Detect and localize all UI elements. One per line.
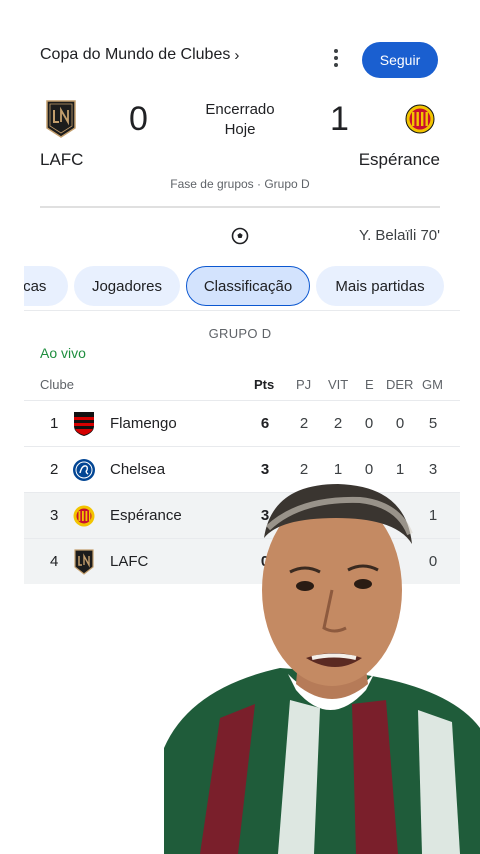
tab-more-matches[interactable]: Mais partidas xyxy=(316,266,444,306)
header-points: Pts xyxy=(254,377,275,392)
row-position: 3 xyxy=(50,507,59,524)
tab-players[interactable]: Jogadores xyxy=(74,266,180,306)
home-team-name[interactable]: LAFC xyxy=(40,150,83,170)
row-goals-for: 5 xyxy=(428,415,438,432)
header-wins: VIT xyxy=(328,377,349,392)
row-draws: 0 xyxy=(364,461,374,478)
header-draws: E xyxy=(365,377,374,392)
header-goals-for: GM xyxy=(422,377,443,392)
away-score: 1 xyxy=(330,100,349,138)
tab-statistics[interactable]: ticas xyxy=(24,266,68,306)
row-position: 2 xyxy=(50,461,59,478)
follow-button[interactable]: Seguir xyxy=(362,42,438,78)
home-score: 0 xyxy=(129,100,148,138)
match-status: Encerrado Hoje xyxy=(184,100,296,140)
lafc-crest-icon[interactable] xyxy=(46,100,76,138)
table-row[interactable]: 1 Flamengo 6 2 2 0 0 5 xyxy=(24,400,460,446)
tab-bar: ticas Jogadores Classificação Mais parti… xyxy=(24,266,460,306)
group-label: GRUPO D xyxy=(208,326,272,341)
match-stage: Fase de grupos · Grupo D xyxy=(170,177,310,191)
row-draws: 0 xyxy=(364,415,374,432)
header-club: Clube xyxy=(40,377,74,392)
row-losses: 1 xyxy=(395,461,405,478)
competition-link[interactable]: Copa do Mundo de Clubes › xyxy=(40,46,239,64)
status-finished: Encerrado xyxy=(205,101,275,118)
goal-scorer: Y. Belaïli 70' xyxy=(359,227,440,244)
tab-standings[interactable]: Classificação xyxy=(186,266,310,306)
lafc-crest-icon xyxy=(74,549,94,575)
live-badge: Ao vivo xyxy=(40,345,86,361)
row-club: Chelsea xyxy=(110,461,166,478)
flamengo-crest-icon xyxy=(74,412,94,436)
more-options-icon[interactable] xyxy=(326,48,346,68)
soccer-ball-icon xyxy=(231,227,249,245)
esperance-crest-icon xyxy=(73,505,95,527)
header-losses: DER xyxy=(386,377,414,392)
away-team-name[interactable]: Espérance xyxy=(359,150,440,170)
row-losses: 0 xyxy=(395,415,405,432)
presenter-video-overlay xyxy=(164,484,480,854)
row-played: 2 xyxy=(299,461,309,478)
esperance-crest-icon[interactable] xyxy=(405,104,435,134)
divider xyxy=(40,206,440,208)
row-points: 3 xyxy=(260,461,270,478)
chelsea-crest-icon xyxy=(73,459,95,481)
row-position: 1 xyxy=(50,415,59,432)
row-club: Flamengo xyxy=(110,415,177,432)
row-position: 4 xyxy=(50,553,59,570)
row-wins: 2 xyxy=(333,415,343,432)
status-date: Hoje xyxy=(224,121,256,138)
header-played: PJ xyxy=(296,377,312,392)
competition-title: Copa do Mundo de Clubes xyxy=(40,46,231,63)
chevron-right-icon: › xyxy=(234,46,240,64)
row-wins: 1 xyxy=(333,461,343,478)
row-goals-for: 3 xyxy=(428,461,438,478)
divider xyxy=(24,310,460,311)
row-played: 2 xyxy=(299,415,309,432)
row-points: 6 xyxy=(260,415,270,432)
row-club: LAFC xyxy=(110,553,149,570)
